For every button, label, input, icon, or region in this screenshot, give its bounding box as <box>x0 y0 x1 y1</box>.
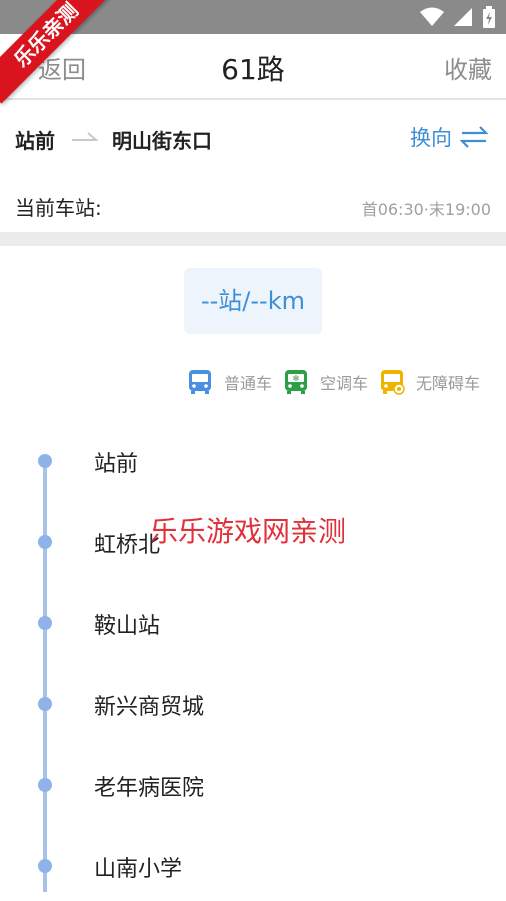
stop-name: 新兴商贸城 <box>94 695 205 720</box>
current-station-row: 当前车站: 首06:30·末19:00 <box>0 176 506 232</box>
stop-dot <box>38 778 52 792</box>
route-from: 站前 <box>15 129 55 153</box>
svg-text:✻: ✻ <box>293 374 300 383</box>
stop-name: 鞍山站 <box>94 614 161 639</box>
legend-ac-bus: ✻ 空调车 <box>282 368 368 396</box>
legend-label: 空调车 <box>319 374 368 393</box>
swap-icon <box>460 126 488 148</box>
ac-bus-icon: ✻ <box>284 370 307 394</box>
watermark-text: 乐乐游戏网亲测 <box>150 515 347 548</box>
header-bar: 返回 61路 收藏 <box>0 34 506 100</box>
stop-dot <box>38 859 52 873</box>
bus-icon <box>188 370 211 394</box>
bus-type-legend: 普通车 ✻ 空调车 无障碍车 <box>186 368 480 396</box>
stop-item[interactable]: 鞍山站 <box>0 582 506 639</box>
stop-item[interactable]: 站前 <box>0 420 506 477</box>
legend-accessible-bus: 无障碍车 <box>378 368 480 396</box>
legend-label: 普通车 <box>223 374 272 393</box>
section-divider <box>0 232 506 246</box>
legend-label: 无障碍车 <box>415 374 480 393</box>
route-direction: 站前 明山街东口 换向 <box>0 100 506 176</box>
switch-direction-button[interactable]: 换向 <box>410 122 488 152</box>
legend-normal-bus: 普通车 <box>186 368 272 396</box>
battery-icon <box>483 6 495 28</box>
status-icons <box>420 6 496 28</box>
stop-dot <box>38 535 52 549</box>
stop-name: 老年病医院 <box>94 776 205 801</box>
service-hours: 首06:30·末19:00 <box>361 200 491 219</box>
stop-name: 山南小学 <box>94 857 183 882</box>
stop-dot <box>38 697 52 711</box>
accessible-bus-icon <box>380 370 405 395</box>
stop-dot <box>38 454 52 468</box>
arrow-right-icon <box>72 132 98 141</box>
route-to: 明山街东口 <box>112 129 212 153</box>
current-station-label: 当前车站: <box>15 196 102 220</box>
wifi-icon <box>420 7 444 26</box>
stop-item[interactable]: 山南小学 <box>0 825 506 882</box>
stop-item[interactable]: 老年病医院 <box>0 744 506 801</box>
distance-indicator: --站/--km <box>184 268 322 334</box>
page-title: 61路 <box>221 53 285 86</box>
stop-name: 站前 <box>94 452 139 477</box>
stop-list: 站前 虹桥北 鞍山站 新兴商贸城 老年病医院 山南小学 <box>0 420 506 901</box>
switch-direction-label: 换向 <box>410 126 452 150</box>
stop-item[interactable]: 新兴商贸城 <box>0 663 506 720</box>
signal-icon <box>454 8 472 26</box>
stop-dot <box>38 616 52 630</box>
favorite-button[interactable]: 收藏 <box>444 50 492 85</box>
